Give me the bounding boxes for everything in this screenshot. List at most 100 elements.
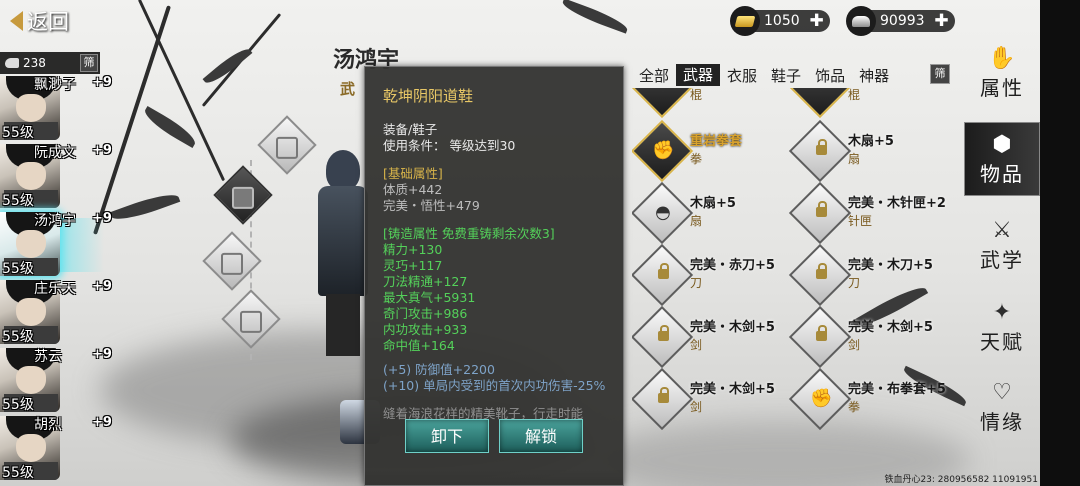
- horse-icon: [5, 58, 19, 68]
- hero-level: 55级: [2, 329, 34, 345]
- back-arrow-icon: [10, 11, 23, 31]
- bamboo-leaf: [109, 188, 181, 226]
- bamboo-leaf: [560, 0, 630, 34]
- item-grid: ⚚ 棍 ⚚ 棍 ✊ 重岩拳套 拳 木扇+5 扇 ◓ 木扇+5 扇 完美・木针匣+…: [632, 88, 950, 486]
- category-tabs: 全部 武器 衣服 鞋子 饰品 神器 筛: [632, 63, 950, 87]
- gold-pill: 1050 ✚: [730, 6, 830, 36]
- item-tooltip: 乾坤阴阳道鞋 装备/鞋子 使用条件： 等级达到30 [基础属性] 体质+442 …: [364, 66, 624, 486]
- gold-currency: 1050 ✚: [730, 6, 830, 36]
- item-type: 拳: [690, 152, 703, 166]
- item-name: 完美・木针匣+2: [848, 196, 946, 211]
- item-type: 棍: [690, 88, 703, 102]
- item-cell[interactable]: 木扇+5 扇: [788, 119, 948, 183]
- item-cell[interactable]: 完美・木剑+5 剑: [632, 305, 790, 369]
- tab-all[interactable]: 全部: [632, 65, 676, 86]
- item-cell[interactable]: 完美・木剑+5 剑: [632, 367, 790, 431]
- item-cell[interactable]: ✊ 完美・布拳套+5 拳: [788, 367, 948, 431]
- hero-level: 55级: [2, 465, 34, 481]
- hero-card-selected[interactable]: 汤鸿宇 +9 55级: [0, 210, 120, 278]
- silver-ingot-icon: [846, 6, 876, 36]
- item-cell[interactable]: ⚚ 棍: [788, 88, 948, 119]
- lock-icon: [816, 263, 827, 279]
- item-name: 完美・木剑+5: [848, 320, 933, 335]
- roster-count: 238: [23, 56, 46, 70]
- item-cell[interactable]: ⚚ 棍: [632, 88, 790, 119]
- item-type: 剑: [690, 400, 703, 414]
- nav-relationship[interactable]: ♡ 情缘: [964, 370, 1040, 444]
- hero-bonus: +9: [92, 347, 112, 362]
- silver-pill: 90993 ✚: [846, 6, 955, 36]
- item-cell[interactable]: ◓ 木扇+5 扇: [632, 181, 790, 245]
- right-edge-strip: [1040, 0, 1080, 486]
- fan-icon: ◓: [655, 202, 671, 223]
- add-silver-button[interactable]: ✚: [933, 12, 951, 30]
- item-type: 棍: [848, 88, 861, 102]
- gold-amount: 1050: [764, 13, 800, 29]
- character-figure: [318, 150, 368, 360]
- item-type: 刀: [848, 276, 861, 290]
- right-nav: ✋ 属性 ⬢ 物品 ⚔ 武学 ✦ 天赋 ♡ 情缘: [956, 36, 1040, 446]
- hero-name: 苏云: [34, 349, 62, 365]
- hero-name: 胡烈: [34, 417, 62, 433]
- tab-weapon[interactable]: 武器: [676, 64, 721, 86]
- nav-label: 物品: [980, 161, 1024, 186]
- unequip-button[interactable]: 卸下: [405, 419, 489, 453]
- back-button[interactable]: 返回: [6, 5, 94, 37]
- staff-icon: ⚚: [652, 88, 674, 98]
- roster-filter-button[interactable]: 筛: [80, 54, 98, 72]
- item-type: 刀: [690, 276, 703, 290]
- nav-label: 武学: [980, 247, 1024, 272]
- tab-accessory[interactable]: 饰品: [808, 65, 852, 86]
- item-name: 完美・布拳套+5: [848, 382, 946, 397]
- nav-martial[interactable]: ⚔ 武学: [964, 208, 1040, 282]
- roster-header: 238 筛: [0, 52, 100, 74]
- lock-icon: [658, 263, 669, 279]
- nav-talent[interactable]: ✦ 天赋: [964, 290, 1040, 364]
- tab-artifact[interactable]: 神器: [852, 65, 896, 86]
- item-cell[interactable]: ✊ 重岩拳套 拳: [632, 119, 790, 183]
- item-box-icon: ⬢: [992, 131, 1012, 157]
- talent-icon: ✦: [992, 299, 1012, 325]
- item-filter-button[interactable]: 筛: [930, 64, 950, 84]
- tooltip-requirement: 使用条件： 等级达到30: [383, 138, 516, 153]
- gauntlet-icon: ✊: [652, 140, 675, 161]
- nav-attributes[interactable]: ✋ 属性: [964, 36, 1040, 110]
- item-name: 完美・赤刀+5: [690, 258, 775, 273]
- hero-card[interactable]: 阮成文 +9 55级: [0, 142, 120, 210]
- gauntlet-icon: ✊: [810, 388, 833, 409]
- tooltip-base-attr: 完美・悟性+479: [383, 198, 480, 213]
- item-type: 剑: [848, 338, 861, 352]
- item-name: 完美・木剑+5: [690, 382, 775, 397]
- hero-bonus: +9: [92, 415, 112, 430]
- add-gold-button[interactable]: ✚: [808, 12, 826, 30]
- heart-icon: ♡: [992, 379, 1012, 405]
- hero-card[interactable]: 飘渺子 +9 55级: [0, 74, 120, 142]
- item-type: 针匣: [848, 214, 873, 228]
- hero-level: 55级: [2, 193, 34, 209]
- hero-card[interactable]: 庄乐天 +9 55级: [0, 278, 120, 346]
- item-cell[interactable]: 完美・赤刀+5 刀: [632, 243, 790, 307]
- hero-bonus: +9: [92, 75, 112, 90]
- hero-name: 飘渺子: [34, 77, 76, 93]
- hero-name: 阮成文: [34, 145, 76, 161]
- item-cell[interactable]: 完美・木针匣+2 针匣: [788, 181, 948, 245]
- character-subtitle: 武: [340, 80, 356, 98]
- lock-icon: [658, 325, 669, 341]
- item-type: 拳: [848, 400, 861, 414]
- tooltip-fade: [365, 469, 623, 485]
- nav-items[interactable]: ⬢ 物品: [964, 122, 1040, 196]
- unlock-button[interactable]: 解锁: [499, 419, 583, 453]
- staff-icon: ⚚: [810, 88, 832, 98]
- nav-label: 属性: [980, 75, 1024, 100]
- tab-shoes[interactable]: 鞋子: [764, 65, 808, 86]
- hero-card[interactable]: 苏云 +9 55级: [0, 346, 120, 414]
- item-name: 完美・木剑+5: [690, 320, 775, 335]
- hero-bonus: +9: [92, 279, 112, 294]
- item-cell[interactable]: 完美・木剑+5 剑: [788, 305, 948, 369]
- item-type: 扇: [848, 152, 861, 166]
- hero-level: 55级: [2, 125, 34, 141]
- hero-card[interactable]: 胡烈 +9 55级: [0, 414, 120, 482]
- item-cell[interactable]: 完美・木刀+5 刀: [788, 243, 948, 307]
- lock-icon: [658, 387, 669, 403]
- tab-clothes[interactable]: 衣服: [720, 65, 764, 86]
